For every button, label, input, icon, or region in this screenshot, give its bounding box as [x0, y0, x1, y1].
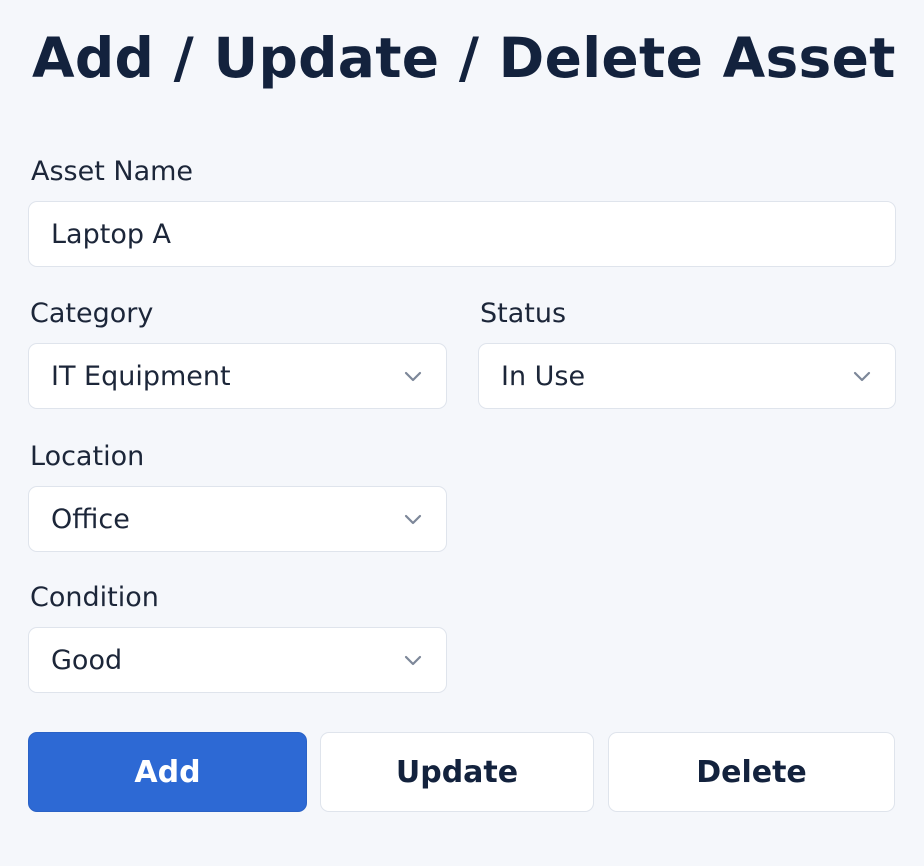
chevron-down-icon: [851, 369, 873, 383]
asset-name-input[interactable]: [28, 201, 896, 267]
location-label: Location: [30, 441, 145, 472]
condition-select[interactable]: Good: [28, 627, 447, 693]
chevron-down-icon: [402, 512, 424, 526]
update-button[interactable]: Update: [320, 732, 594, 812]
status-select-value: In Use: [501, 360, 586, 392]
chevron-down-icon: [402, 653, 424, 667]
delete-button[interactable]: Delete: [608, 732, 895, 812]
category-label: Category: [30, 298, 154, 329]
chevron-down-icon: [402, 369, 424, 383]
condition-select-value: Good: [51, 644, 123, 676]
category-select[interactable]: IT Equipment: [28, 343, 447, 409]
asset-name-label: Asset Name: [31, 156, 194, 187]
location-select-value: Office: [51, 503, 130, 535]
status-select[interactable]: In Use: [478, 343, 896, 409]
category-select-value: IT Equipment: [51, 360, 231, 392]
status-label: Status: [480, 298, 567, 329]
add-button[interactable]: Add: [28, 732, 307, 812]
condition-label: Condition: [30, 582, 159, 613]
location-select[interactable]: Office: [28, 486, 447, 552]
page-title: Add / Update / Delete Asset: [32, 26, 896, 90]
